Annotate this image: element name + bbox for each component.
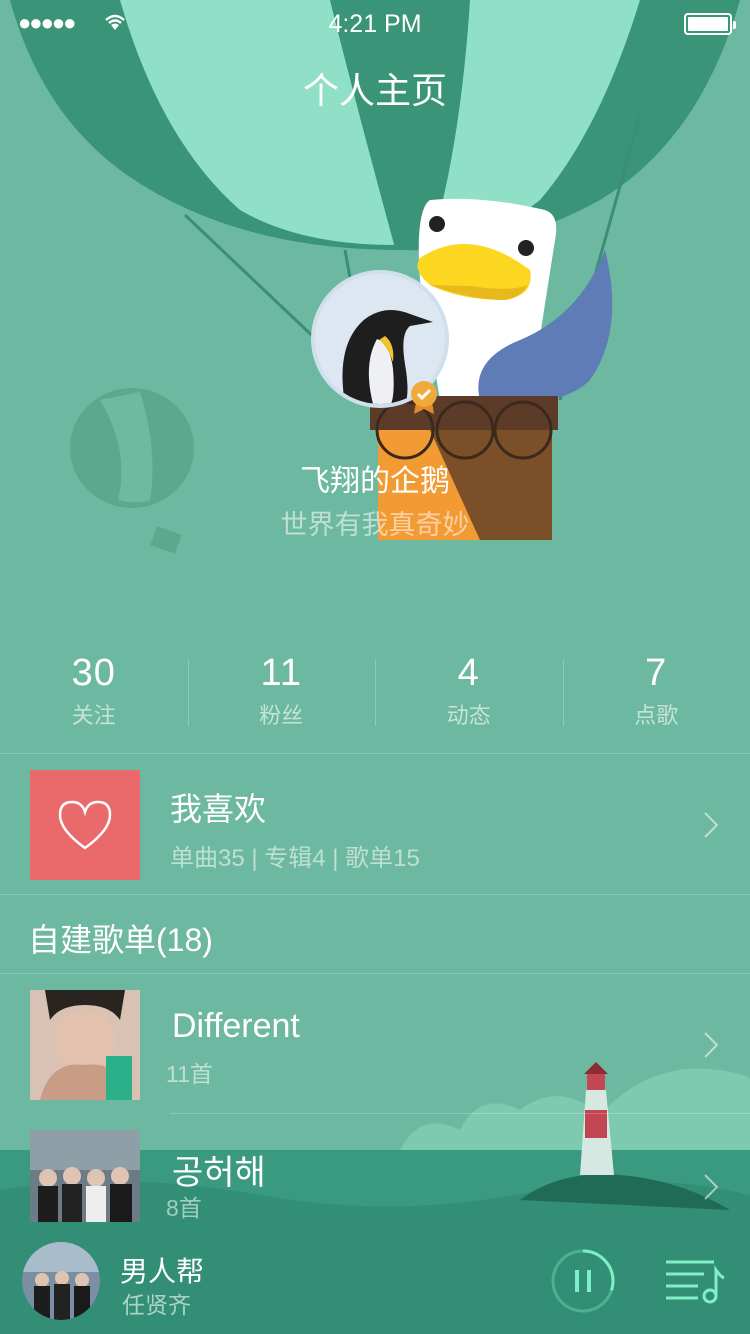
album-art-image	[30, 1130, 140, 1222]
status-bar: ●●●●● 4:21 PM	[0, 0, 750, 48]
playlist-title: 공허해	[172, 1154, 266, 1192]
album-art-image	[22, 1242, 100, 1320]
status-time: 4:21 PM	[328, 10, 422, 38]
chevron-right-icon	[704, 812, 719, 838]
player-song-title: 男人帮	[120, 1256, 205, 1287]
pause-button[interactable]	[550, 1248, 616, 1314]
playlist-music-icon[interactable]	[664, 1258, 726, 1304]
pause-icon	[575, 1270, 579, 1292]
stat-value: 4	[457, 652, 480, 694]
chevron-right-icon	[704, 1032, 719, 1058]
stat-label: 关注	[71, 703, 116, 728]
battery-icon	[684, 13, 736, 35]
stat-value: 30	[71, 652, 116, 694]
favorites-cover	[30, 770, 140, 880]
profile-motto: 世界有我真奇妙	[280, 510, 470, 540]
stat-value: 11	[260, 652, 302, 694]
stat-label: 动态	[446, 703, 491, 728]
verified-badge-icon	[410, 380, 438, 414]
heart-icon	[58, 800, 112, 850]
favorites-title: 我喜欢	[170, 791, 267, 827]
favorites-row[interactable]: 我喜欢 单曲35 | 专辑4 | 歌单15	[0, 754, 750, 894]
stat-fans[interactable]: 11 粉丝	[187, 650, 376, 730]
mini-player[interactable]: 男人帮 任贤齐	[0, 1222, 750, 1334]
section-title: 自建歌单(18)	[28, 922, 213, 958]
profile-name: 飞翔的企鹅	[300, 465, 450, 498]
playlist-cover	[30, 990, 140, 1100]
stat-song-requests[interactable]: 7 点歌	[562, 650, 750, 730]
page-title: 个人主页	[302, 70, 447, 111]
stat-following[interactable]: 30 关注	[0, 650, 188, 730]
player-album-art[interactable]	[22, 1242, 100, 1320]
stat-value: 7	[645, 652, 668, 694]
stat-label: 点歌	[634, 703, 679, 728]
stat-posts[interactable]: 4 动态	[375, 650, 563, 730]
playlist-count: 8首	[166, 1195, 202, 1221]
album-art-image	[30, 990, 140, 1100]
stats-bar: 30 关注 11 粉丝 4 动态 7 点歌	[0, 650, 750, 730]
playlist-row[interactable]: Different 11首	[0, 985, 750, 1110]
divider	[0, 894, 750, 895]
playlist-cover	[30, 1130, 140, 1222]
player-artist: 任贤齐	[122, 1292, 191, 1318]
divider	[0, 973, 750, 974]
favorites-subtitle: 单曲35 | 专辑4 | 歌单15	[170, 845, 420, 872]
playlist-title: Different	[172, 1007, 300, 1045]
divider	[170, 1113, 750, 1114]
playlist-count: 11首	[166, 1061, 213, 1087]
stat-label: 粉丝	[259, 703, 304, 728]
chevron-right-icon	[704, 1174, 719, 1200]
playlist-row[interactable]: 공허해 8首	[0, 1125, 750, 1222]
